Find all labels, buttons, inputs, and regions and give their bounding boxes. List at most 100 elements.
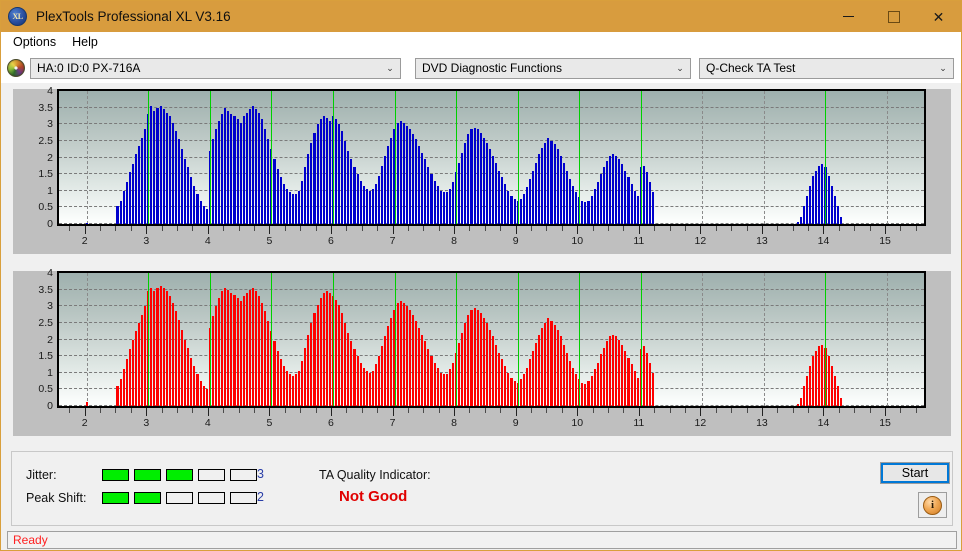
chart-bar <box>242 296 245 406</box>
chart-bar <box>159 105 162 224</box>
x-axis-tick <box>669 408 671 413</box>
chart-bar <box>338 124 341 224</box>
chart-bar <box>261 302 264 406</box>
x-axis-tick-label: 4 <box>204 417 211 429</box>
chart-bar <box>415 321 418 406</box>
chart-bar <box>818 165 821 224</box>
chart-bar <box>421 152 424 224</box>
zone-marker-line <box>332 273 334 406</box>
chart-bar <box>492 336 495 406</box>
grid-line-vertical <box>887 273 889 406</box>
menu-item-options[interactable]: Options <box>7 33 64 52</box>
x-axis-tick <box>638 226 640 234</box>
info-button[interactable]: i <box>918 492 947 518</box>
chart-bar <box>839 217 842 224</box>
test-select-value: Q-Check TA Test <box>706 61 796 75</box>
chart-bar <box>125 182 128 224</box>
x-axis-tick <box>854 408 856 413</box>
x-axis-tick <box>207 408 209 416</box>
chart-bar <box>350 159 353 224</box>
chart-bar <box>279 177 282 224</box>
x-axis-tick <box>146 408 148 416</box>
chart-bar <box>381 346 384 406</box>
chart-bar <box>495 344 498 406</box>
chart-bar <box>415 139 418 224</box>
chart-bar <box>165 291 168 406</box>
grid-line-horizontal <box>59 90 924 91</box>
chart-bar <box>187 347 190 406</box>
x-axis-tick <box>546 226 548 231</box>
chart-bar <box>313 312 316 406</box>
x-axis-tick <box>300 226 302 231</box>
x-axis-tick-label: 3 <box>143 235 150 247</box>
x-axis-tick <box>192 226 194 231</box>
chart-bar <box>134 154 137 224</box>
drive-select[interactable]: HA:0 ID:0 PX-716A ⌄ <box>30 57 401 79</box>
chart-bar <box>433 362 436 406</box>
chart-bar <box>116 386 119 406</box>
chart-bar <box>439 190 442 224</box>
chart-bar <box>375 364 378 406</box>
chart-bar <box>239 122 242 224</box>
chart-bar <box>384 336 387 406</box>
maximize-button[interactable] <box>871 1 916 32</box>
chart-bar <box>119 379 122 406</box>
close-button[interactable]: ✕ <box>916 1 961 32</box>
chart-bar <box>294 194 298 224</box>
chart-bar <box>310 142 313 224</box>
y-axis-tick-label: 2 <box>47 151 53 164</box>
chart-bar <box>593 189 596 224</box>
chart-bar <box>190 177 193 224</box>
x-axis-tick <box>638 408 640 416</box>
chart-bar <box>328 120 331 224</box>
chart-bar <box>162 287 165 406</box>
grid-line-vertical <box>702 273 704 406</box>
grid-line-vertical <box>763 273 765 406</box>
y-axis-tick-label: 0 <box>47 400 53 412</box>
chart-bar <box>153 291 156 406</box>
chart-bar <box>624 351 627 406</box>
chart-bar <box>279 359 282 406</box>
test-select[interactable]: Q-Check TA Test ⌄ <box>699 57 954 79</box>
chart-bar <box>479 132 482 224</box>
chart-bar <box>316 124 319 224</box>
chart-bar <box>174 130 177 224</box>
peak-shift-chart-y-axis: 0 0.5 1 1.5 2 2.5 3 3.5 4 <box>13 267 57 412</box>
chart-bar <box>575 192 578 224</box>
menu-item-help[interactable]: Help <box>66 33 106 52</box>
peak-shift-chart-x-axis: 2 3 4 5 6 7 8 9 10 11 12 13 14 15 <box>57 408 926 434</box>
x-axis-tick <box>885 408 887 416</box>
chart-bar <box>430 174 433 224</box>
chart-bar <box>408 129 411 224</box>
y-axis-tick-label: 1 <box>47 366 53 379</box>
chart-bar <box>488 329 491 406</box>
x-axis-tick <box>84 408 86 416</box>
x-axis-tick <box>484 226 486 231</box>
x-axis-tick <box>69 408 71 413</box>
x-axis-tick <box>115 408 117 413</box>
chart-bar <box>181 149 184 224</box>
chart-bar <box>421 334 424 406</box>
chart-bar <box>476 129 479 224</box>
chart-bar <box>633 190 636 224</box>
x-axis-tick <box>900 226 902 231</box>
chart-bar <box>282 366 285 406</box>
application-window: XL PlexTools Professional XL V3.16 ✕ Opt… <box>0 0 962 551</box>
chart-bar <box>178 139 181 224</box>
chart-bar <box>174 311 177 406</box>
chart-bar <box>301 361 304 406</box>
minimize-button[interactable] <box>826 1 871 32</box>
x-axis-tick <box>777 226 779 231</box>
start-button[interactable]: Start <box>880 462 950 484</box>
chart-bar <box>458 342 461 406</box>
category-select[interactable]: DVD Diagnostic Functions ⌄ <box>415 57 691 79</box>
chart-bar <box>356 356 359 406</box>
chart-bar <box>141 137 144 224</box>
led-segment <box>166 492 193 504</box>
x-axis-tick <box>484 408 486 413</box>
x-axis-tick <box>531 226 533 231</box>
chart-bar <box>134 331 137 406</box>
x-axis-tick <box>869 226 871 231</box>
chart-bar <box>230 114 233 224</box>
chart-bar <box>581 382 584 406</box>
